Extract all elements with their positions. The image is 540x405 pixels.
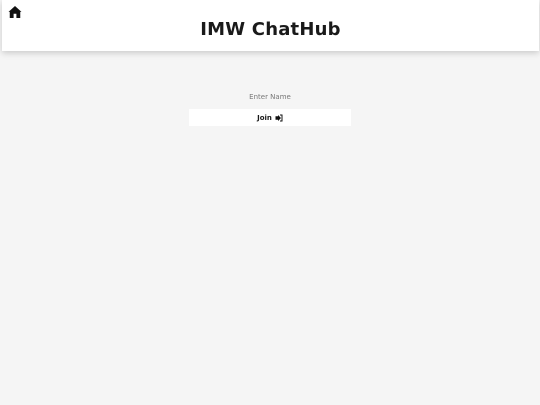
sign-in-icon: [275, 114, 283, 122]
page-title: IMW ChatHub: [200, 19, 341, 40]
page: IMW ChatHub Join: [0, 0, 540, 405]
join-form: Join: [189, 88, 351, 126]
app-header: IMW ChatHub: [2, 0, 539, 51]
join-button-label: Join: [257, 113, 272, 122]
home-link[interactable]: [8, 5, 22, 19]
join-button[interactable]: Join: [189, 109, 351, 126]
name-input[interactable]: [189, 88, 351, 106]
home-icon: [8, 5, 22, 19]
